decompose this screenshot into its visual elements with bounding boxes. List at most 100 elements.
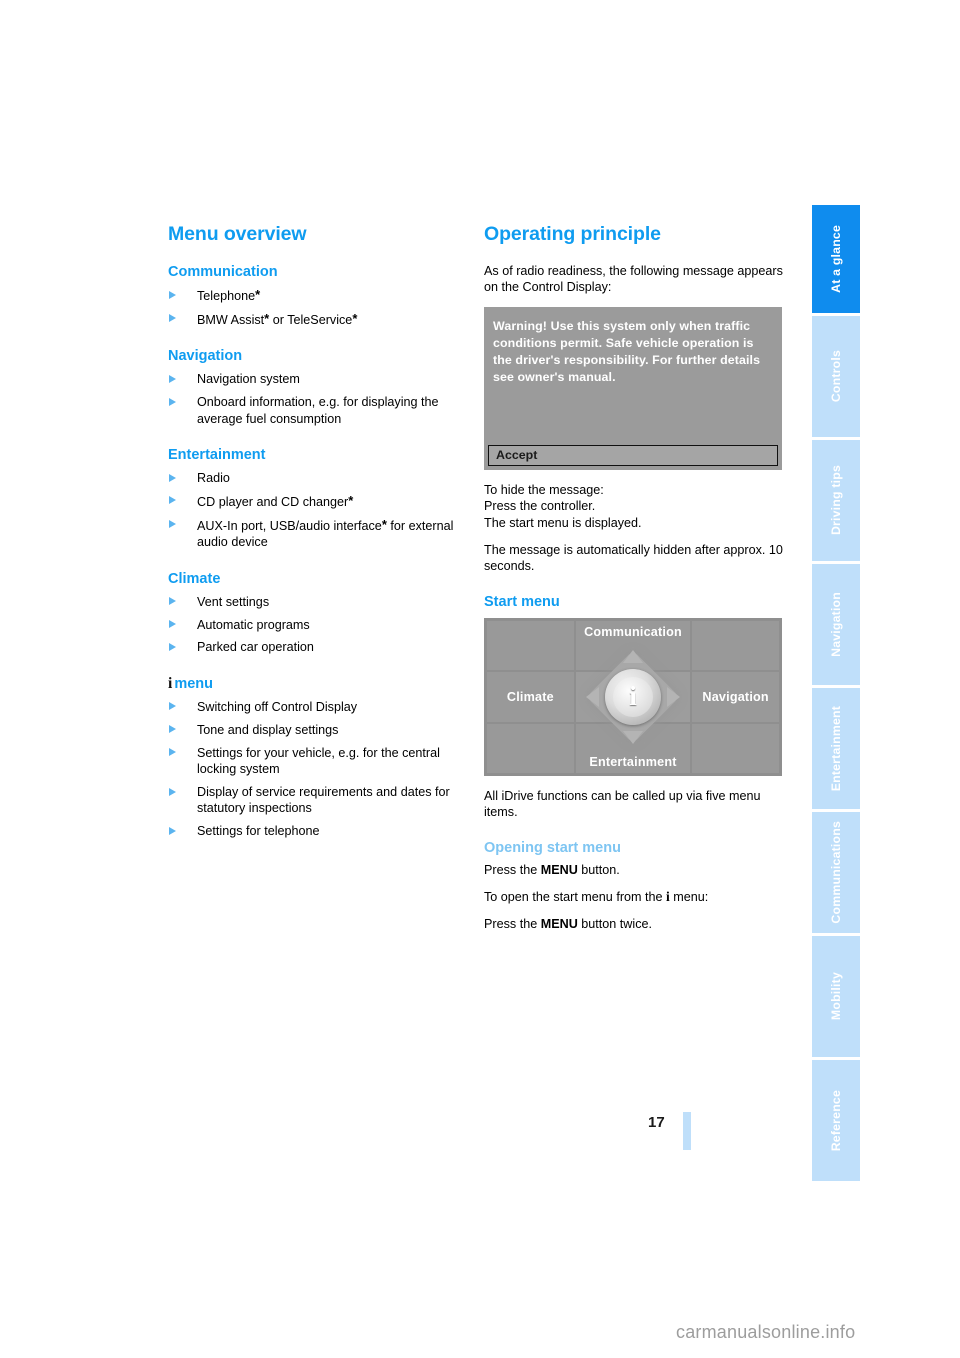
tab-label: At a glance bbox=[829, 225, 843, 293]
option-asterisk: * bbox=[255, 287, 261, 302]
triangle-bullet-icon bbox=[169, 290, 176, 299]
triangle-bullet-icon bbox=[169, 473, 176, 482]
start-menu-grid: . Communication . Climate . Navigation .… bbox=[484, 618, 782, 776]
menu-item-entertainment[interactable]: Entertainment bbox=[575, 723, 691, 773]
list-item-label: Parked car operation bbox=[197, 640, 314, 655]
list-navigation: Navigation system Onboard information, e… bbox=[168, 371, 468, 427]
section-heading-i-menu-label: menu bbox=[174, 675, 213, 692]
grid-cell-empty-bottom-left: . bbox=[487, 723, 574, 773]
tab-controls[interactable]: Controls bbox=[812, 316, 860, 437]
hide-line-2: Press the controller. bbox=[484, 499, 596, 514]
list-item: Settings for your vehicle, e.g. for the … bbox=[168, 745, 468, 778]
list-item: Navigation system bbox=[168, 371, 468, 387]
list-item-label: Automatic programs bbox=[197, 617, 310, 632]
tab-reference[interactable]: Reference bbox=[812, 1060, 860, 1181]
list-entertainment: Radio CD player and CD changer* AUX-In p… bbox=[168, 470, 468, 551]
idrive-start-menu: . Communication . Climate . Navigation .… bbox=[484, 617, 782, 776]
opening-step-3-prefix: Press the bbox=[484, 917, 541, 932]
list-item: Automatic programs bbox=[168, 617, 468, 633]
section-heading-i-menu: i menu bbox=[168, 675, 468, 693]
grid-cell-empty-bottom-right: . bbox=[692, 723, 779, 773]
section-heading-communication: Communication bbox=[168, 264, 278, 280]
accept-button[interactable]: Accept bbox=[488, 444, 778, 466]
list-item-label: Telephone bbox=[197, 289, 256, 303]
list-climate: Vent settings Automatic programs Parked … bbox=[168, 594, 468, 656]
tab-entertainment[interactable]: Entertainment bbox=[812, 688, 860, 809]
menu-item-communication[interactable]: Communication bbox=[575, 620, 691, 671]
triangle-bullet-icon bbox=[169, 725, 176, 734]
control-display-warning: Warning! Use this system only when traff… bbox=[484, 306, 782, 470]
tab-mobility[interactable]: Mobility bbox=[812, 936, 860, 1057]
list-communication: Telephone* BMW Assist* or TeleService* bbox=[168, 287, 468, 328]
list-item: Onboard information, e.g. for displaying… bbox=[168, 394, 468, 427]
list-item-label: AUX-In port, USB/audio interface* for ex… bbox=[197, 516, 454, 550]
page-title: Menu overview bbox=[168, 223, 307, 245]
tab-label: Communications bbox=[829, 821, 843, 924]
list-item-label: BMW Assist* or TeleService* bbox=[197, 310, 358, 327]
tab-label: Entertainment bbox=[829, 705, 843, 792]
opening-step-2-prefix: To open the start menu from the bbox=[484, 890, 667, 905]
triangle-bullet-icon bbox=[169, 620, 176, 629]
tab-navigation[interactable]: Navigation bbox=[812, 564, 860, 685]
five-menu-items-note: All iDrive functions can be called up vi… bbox=[484, 788, 761, 820]
list-item-label: Switching off Control Display bbox=[197, 699, 358, 714]
intro-paragraph: As of radio readiness, the following mes… bbox=[484, 264, 783, 295]
list-item-label: CD player and CD changer bbox=[197, 494, 349, 509]
opening-step-2-suffix: menu: bbox=[669, 890, 709, 905]
left-column: Menu overview Communication Telephone* B… bbox=[168, 222, 468, 846]
menu-item-climate[interactable]: Climate bbox=[487, 672, 574, 722]
list-item: Tone and display settings bbox=[168, 722, 468, 738]
tab-driving-tips[interactable]: Driving tips bbox=[812, 440, 860, 561]
list-item: Vent settings bbox=[168, 594, 468, 610]
list-item-label: Settings for your vehicle, e.g. for the … bbox=[197, 745, 440, 777]
section-title-operating-principle: Operating principle bbox=[484, 223, 661, 245]
tab-at-a-glance[interactable]: At a glance bbox=[812, 205, 860, 313]
grid-cell-center: . bbox=[575, 672, 691, 722]
list-item-label: Tone and display settings bbox=[197, 722, 339, 737]
watermark: carmanualsonline.info bbox=[676, 1322, 856, 1342]
warning-message-text: Warning! Use this system only when traff… bbox=[493, 318, 761, 384]
triangle-bullet-icon bbox=[169, 314, 176, 323]
tab-label: Navigation bbox=[829, 592, 843, 657]
list-item-label: Onboard information, e.g. for displaying… bbox=[197, 395, 439, 426]
triangle-bullet-icon bbox=[169, 702, 176, 711]
menu-item-navigation[interactable]: Navigation bbox=[692, 672, 779, 722]
list-item: Telephone* bbox=[168, 287, 468, 304]
opening-step-1-suffix: button. bbox=[577, 862, 620, 877]
triangle-bullet-icon bbox=[169, 826, 176, 835]
list-item: Display of service requirements and date… bbox=[168, 784, 468, 817]
page-number-bar bbox=[683, 1112, 691, 1150]
list-item-label: Vent settings bbox=[197, 594, 270, 609]
opening-step-1-prefix: Press the bbox=[484, 862, 541, 877]
triangle-bullet-icon bbox=[169, 496, 176, 505]
list-item: Parked car operation bbox=[168, 639, 468, 655]
triangle-bullet-icon bbox=[169, 397, 176, 406]
hide-instructions: To hide the message: Press the controlle… bbox=[484, 482, 784, 531]
auto-hide-paragraph: The message is automatically hidden afte… bbox=[484, 543, 783, 574]
menu-button-label: MENU bbox=[540, 862, 578, 877]
list-item: AUX-In port, USB/audio interface* for ex… bbox=[168, 517, 468, 551]
triangle-bullet-icon bbox=[169, 520, 176, 529]
figure-start-menu: . Communication . Climate . Navigation .… bbox=[484, 617, 784, 776]
list-i-menu: Switching off Control Display Tone and d… bbox=[168, 699, 468, 840]
chapter-tab-rail: At a glance Controls Driving tips Naviga… bbox=[812, 205, 860, 1184]
page-number: 17 bbox=[648, 1114, 665, 1131]
triangle-bullet-icon bbox=[169, 597, 176, 606]
subsection-heading-opening-start-menu: Opening start menu bbox=[484, 839, 621, 856]
option-asterisk: * bbox=[348, 492, 354, 508]
list-item-label: Navigation system bbox=[197, 372, 300, 387]
opening-step-2: To open the start menu from the i menu: bbox=[484, 889, 784, 905]
list-item: CD player and CD changer* bbox=[168, 493, 468, 510]
list-item: Radio bbox=[168, 470, 468, 486]
grid-cell-empty-top-left: . bbox=[487, 620, 574, 671]
tab-label: Reference bbox=[829, 1089, 843, 1152]
opening-step-1: Press the MENU button. bbox=[484, 862, 784, 878]
list-item: Settings for telephone bbox=[168, 823, 468, 839]
list-item: BMW Assist* or TeleService* bbox=[168, 311, 468, 328]
list-item-label: Radio bbox=[197, 471, 230, 486]
tab-label: Mobility bbox=[829, 972, 843, 1021]
tab-communications[interactable]: Communications bbox=[812, 812, 860, 933]
tab-label: Controls bbox=[829, 350, 843, 403]
figure-warning-screen: Warning! Use this system only when traff… bbox=[484, 306, 784, 470]
list-item-label: Settings for telephone bbox=[197, 824, 320, 839]
